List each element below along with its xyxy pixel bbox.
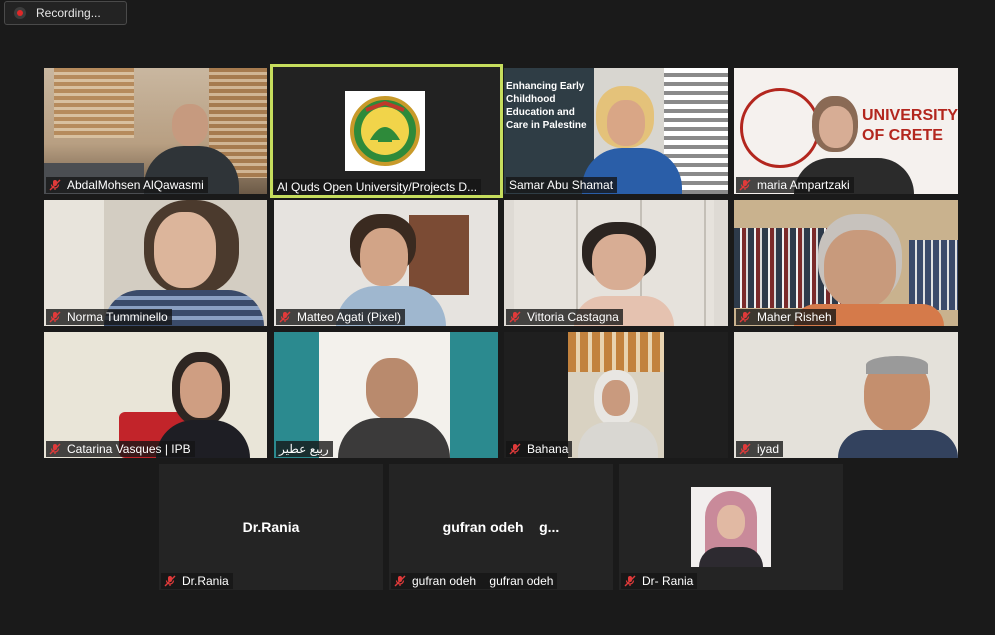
participant-name-label: ربيع عطير	[276, 441, 333, 457]
participant-name-label: AbdalMohsen AlQawasmi	[46, 177, 208, 193]
video-tile-8[interactable]: Maher Risheh	[734, 200, 958, 326]
participant-name-label: Dr- Rania	[621, 573, 698, 589]
mic-muted-icon	[49, 179, 61, 191]
video-tile-14[interactable]: gufran odeh g... gufran odeh gufran odeh	[389, 464, 613, 590]
mic-muted-icon	[509, 443, 521, 455]
mic-muted-icon	[509, 311, 521, 323]
video-tile-7[interactable]: Vittoria Castagna	[504, 200, 728, 326]
mic-muted-icon	[164, 575, 176, 587]
video-tile-4[interactable]: UNIVERSITY OF CRETE maria Ampartzaki	[734, 68, 958, 194]
mic-muted-icon	[624, 575, 636, 587]
participant-name-label: Vittoria Castagna	[506, 309, 623, 325]
video-tile-6[interactable]: Matteo Agati (Pixel)	[274, 200, 498, 326]
mic-muted-icon	[739, 443, 751, 455]
recording-label: Recording...	[36, 6, 101, 20]
participant-name-label: Samar Abu Shamat	[506, 177, 618, 193]
participant-name-label: Catarina Vasques | IPB	[46, 441, 195, 457]
participant-name-label: iyad	[736, 441, 784, 457]
video-tile-9[interactable]: Catarina Vasques | IPB	[44, 332, 267, 458]
mic-muted-icon	[49, 443, 61, 455]
mic-muted-icon	[279, 311, 291, 323]
university-seal	[740, 88, 820, 168]
record-dot-icon	[14, 7, 26, 19]
banner-text: UNIVERSITY OF CRETE	[862, 107, 958, 144]
video-tile-1[interactable]: AbdalMohsen AlQawasmi	[44, 68, 267, 194]
participant-name-label: Matteo Agati (Pixel)	[276, 309, 406, 325]
video-tile-2-active-speaker[interactable]: Al Quds Open University/Projects D...	[270, 64, 503, 198]
video-tile-13[interactable]: Dr.Rania Dr.Rania	[159, 464, 383, 590]
video-tile-10[interactable]: ربيع عطير	[274, 332, 498, 458]
participant-display-name: Dr.Rania	[242, 519, 300, 535]
participant-name-label: Al Quds Open University/Projects D...	[274, 179, 482, 195]
video-tile-3[interactable]: Enhancing Early Childhood Education and …	[504, 68, 728, 194]
participant-name-label: gufran odeh gufran odeh	[391, 573, 558, 589]
video-tile-12[interactable]: iyad	[734, 332, 958, 458]
profile-photo	[691, 487, 771, 567]
mic-muted-icon	[394, 575, 406, 587]
recording-indicator[interactable]: Recording...	[4, 1, 127, 25]
participant-name-label: Bahana	[506, 441, 573, 457]
video-tile-11[interactable]: Bahana	[504, 332, 728, 458]
participant-name-label: maria Ampartzaki	[736, 177, 854, 193]
video-tile-5[interactable]: Norma Tumminello	[44, 200, 267, 326]
university-logo	[345, 91, 425, 171]
participant-name-label: Norma Tumminello	[46, 309, 172, 325]
participant-name-label: Dr.Rania	[161, 573, 233, 589]
mic-muted-icon	[739, 311, 751, 323]
video-tile-15[interactable]: Dr- Rania	[619, 464, 843, 590]
participant-display-name: gufran odeh g...	[442, 519, 560, 535]
mic-muted-icon	[739, 179, 751, 191]
banner-text: Enhancing Early Childhood Education and …	[506, 81, 587, 131]
participant-name-label: Maher Risheh	[736, 309, 836, 325]
mic-muted-icon	[49, 311, 61, 323]
